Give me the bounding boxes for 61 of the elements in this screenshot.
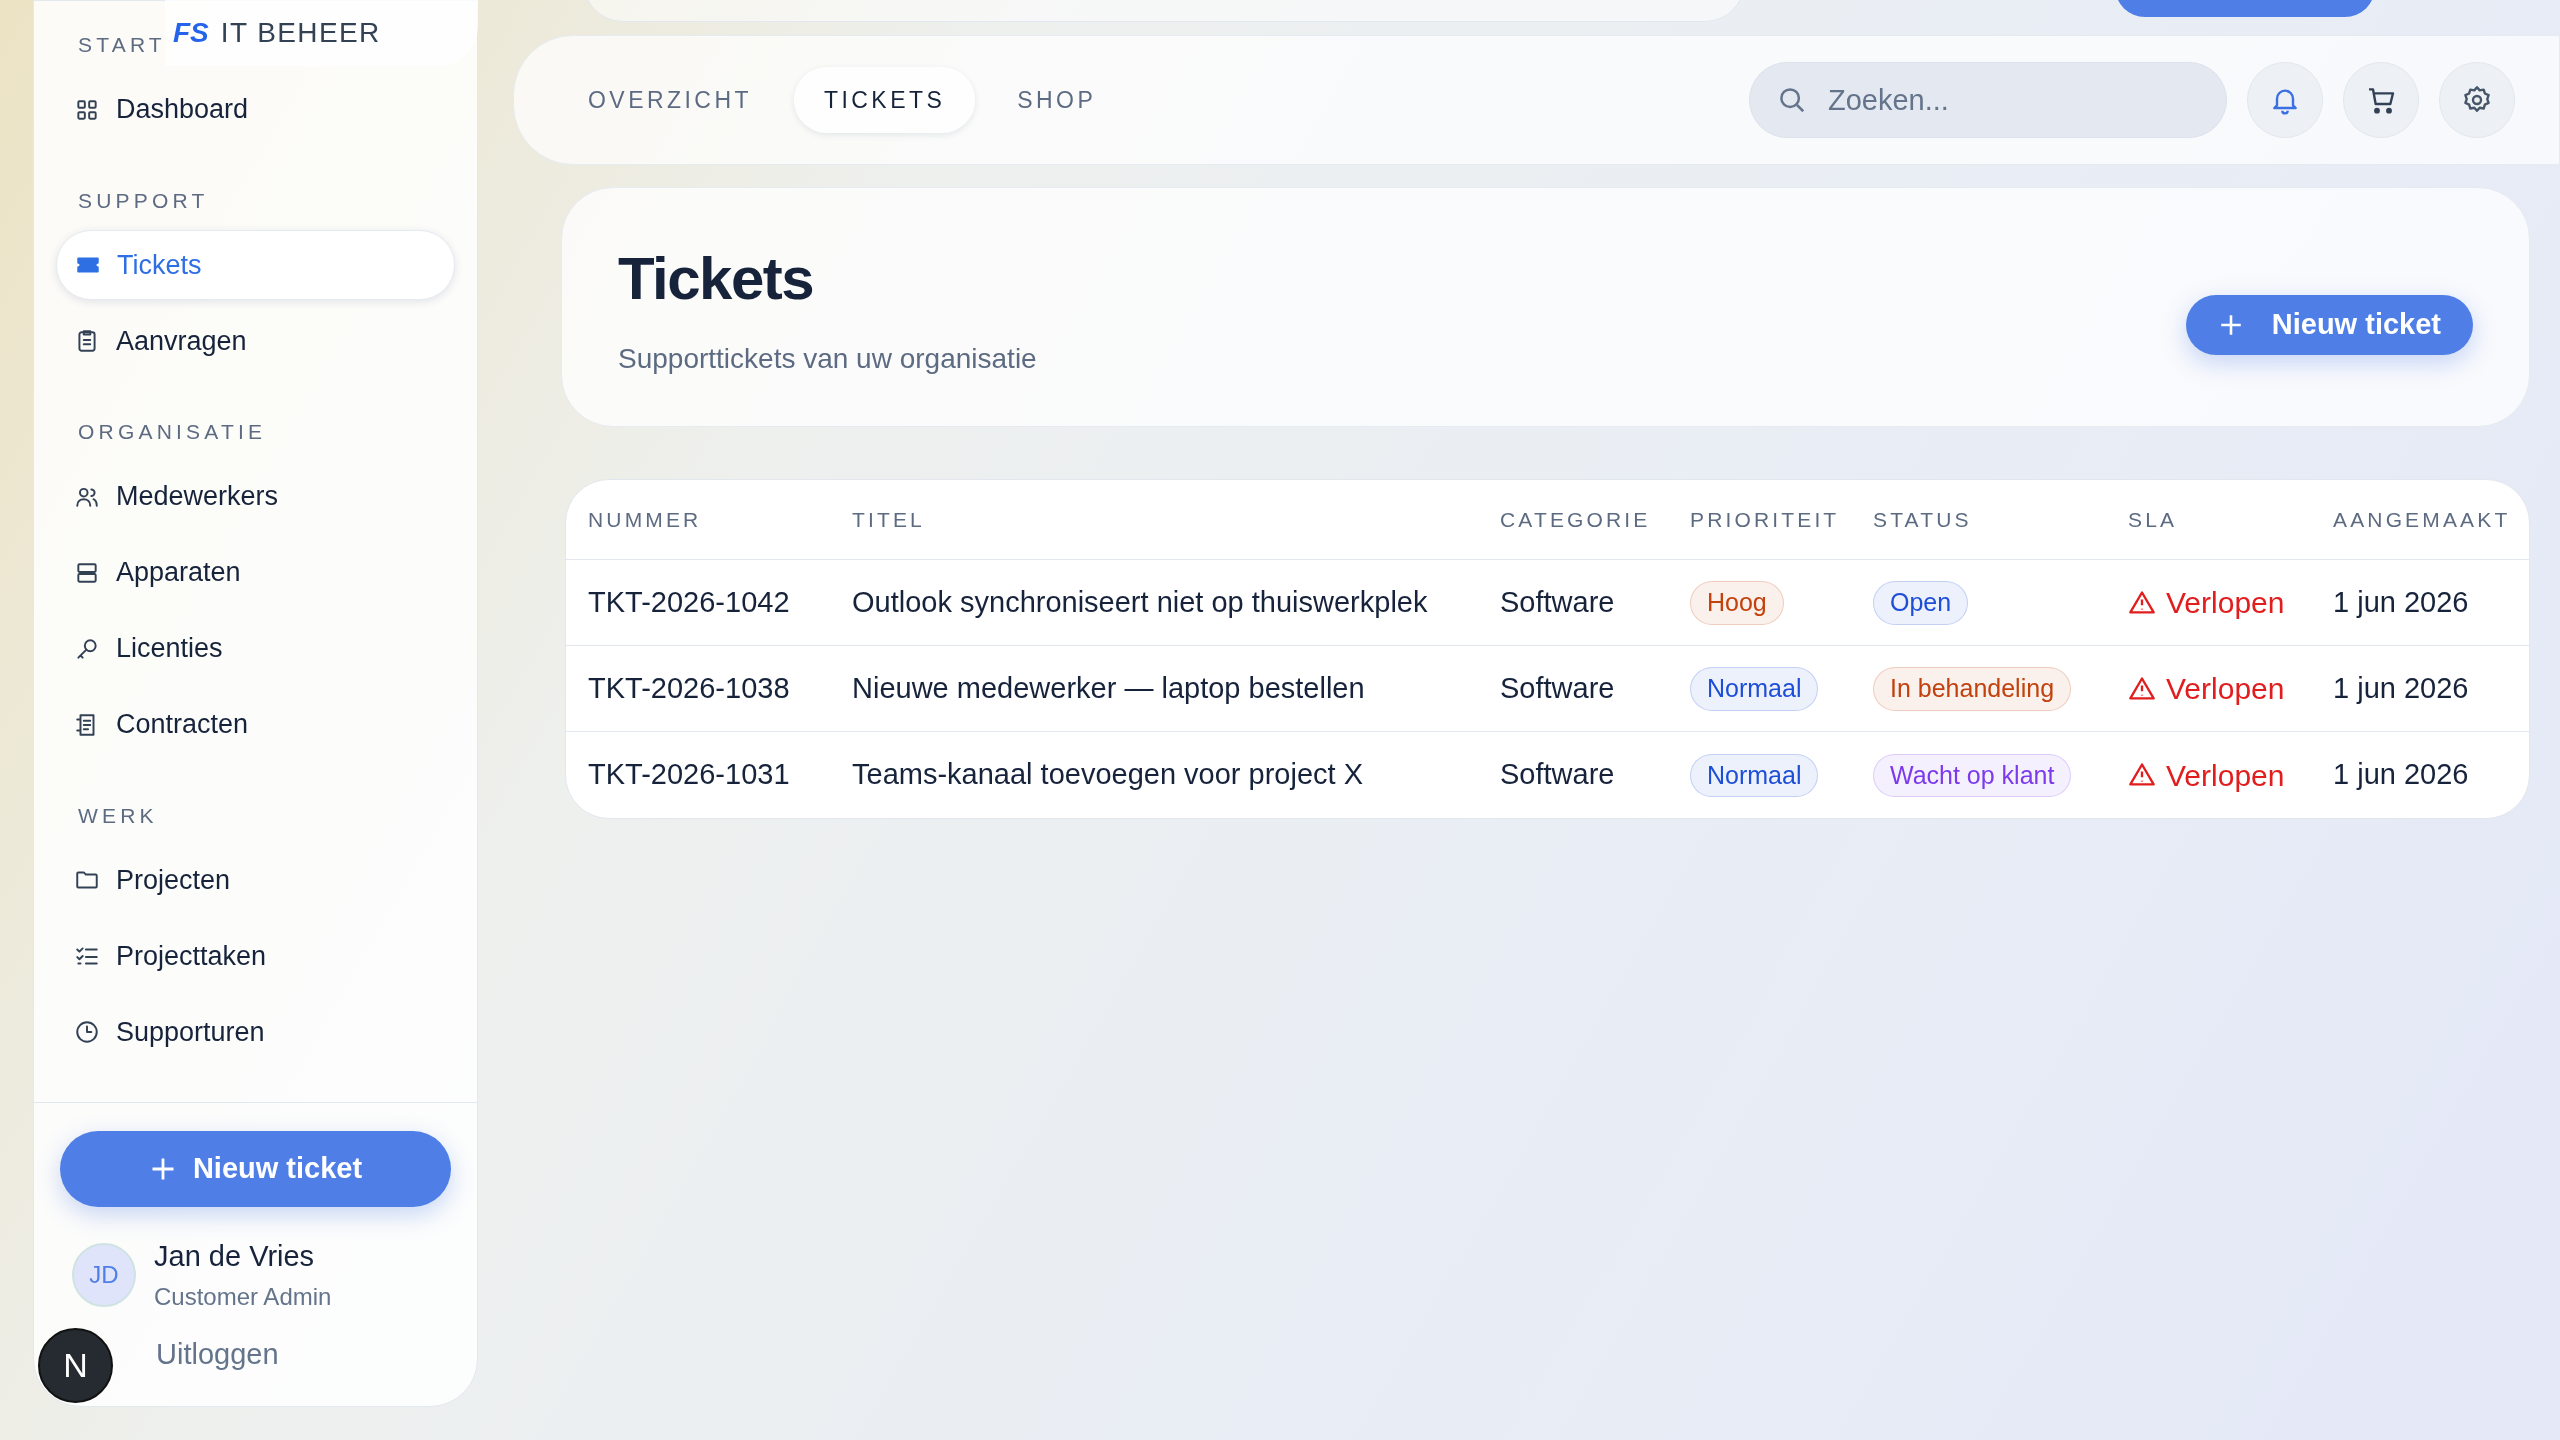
section-label: SUPPORT — [78, 187, 209, 214]
column-header: SLA — [2128, 507, 2178, 531]
column-header: CATEGORIE — [1500, 507, 1651, 531]
status-badge: Wacht op klant — [1873, 753, 2072, 798]
status-badge: Open — [1873, 581, 1969, 625]
nav-tab[interactable]: OVERZICHT — [558, 67, 782, 133]
search-icon — [1777, 85, 1807, 115]
priority-badge: Normaal — [1690, 667, 1819, 711]
logout-link[interactable]: Uitloggen — [156, 1332, 451, 1376]
page-subtitle: Supporttickets van uw organisatie — [618, 342, 1038, 376]
sidebar-item[interactable]: Projecttaken — [56, 921, 455, 991]
table-cell: Outlook synchroniseert niet op thuiswerkplek — [852, 585, 1428, 618]
table-cell: TKT-2026-1031 — [588, 758, 790, 791]
sidebar-item[interactable]: Tickets — [56, 230, 455, 300]
table-cell: 1 jun 2026 — [2333, 758, 2469, 791]
warning-icon — [2128, 674, 2156, 703]
status-badge: In behandeling — [1873, 667, 2072, 711]
sidebar-item[interactable]: Contracten — [56, 689, 455, 760]
new-ticket-button[interactable]: Nieuw ticket — [2185, 295, 2473, 355]
column-header: NUMMER — [588, 507, 702, 531]
column-header: TITEL — [852, 507, 925, 531]
sla-status: Verlopen — [2166, 585, 2285, 621]
table-cell: Software — [1500, 671, 1615, 704]
sidebar-item[interactable]: Supporturen — [56, 997, 455, 1067]
search-field[interactable]: Zoeken... — [1749, 62, 2227, 138]
warning-icon — [2128, 761, 2156, 789]
sidebar-item[interactable]: Licenties — [56, 613, 455, 684]
user-role: Customer Admin — [154, 1281, 332, 1312]
brand-name: IT BEHEER — [220, 16, 381, 50]
warning-icon — [2128, 588, 2156, 617]
table-cell: Software — [1500, 585, 1615, 618]
sidebar-item[interactable]: Projecten — [56, 845, 455, 915]
table-cell: TKT-2026-1038 — [588, 671, 790, 704]
nav-tab[interactable]: SHOP — [987, 67, 1127, 133]
section-label: START — [78, 32, 166, 58]
sidebar-item[interactable]: Aanvragen — [56, 306, 455, 376]
nav-tab[interactable]: TICKETS — [793, 67, 976, 133]
clock-icon — [74, 1019, 100, 1045]
table-cell: 1 jun 2026 — [2333, 671, 2469, 704]
sla-status: Verlopen — [2166, 757, 2285, 794]
priority-badge: Normaal — [1690, 753, 1819, 798]
sidebar-item[interactable]: Apparaten — [56, 537, 455, 608]
user-name: Jan de Vries — [154, 1239, 316, 1274]
page-title: Tickets — [618, 244, 815, 314]
table-cell: TKT-2026-1042 — [588, 585, 790, 618]
table-cell: 1 jun 2026 — [2333, 585, 2469, 618]
table-cell: Software — [1500, 758, 1615, 791]
priority-badge: Hoog — [1690, 581, 1784, 625]
column-header: STATUS — [1873, 507, 1972, 531]
sidebar-item[interactable]: Dashboard — [56, 74, 455, 145]
table-cell: Teams-kanaal toevoegen voor project X — [852, 758, 1363, 791]
section-label: ORGANISATIE — [78, 419, 267, 445]
sla-status: Verlopen — [2166, 671, 2285, 707]
column-header: PRIORITEIT — [1690, 507, 1840, 531]
user-avatar: JD — [72, 1242, 136, 1307]
column-header: AANGEMAAKT — [2333, 507, 2511, 531]
logo-mark: FS — [173, 16, 209, 50]
table-cell: Nieuwe medewerker — laptop bestellen — [852, 671, 1365, 704]
sidebar-item[interactable]: Medewerkers — [56, 461, 455, 532]
new-ticket-button[interactable]: Nieuw ticket — [60, 1131, 451, 1207]
section-label: WERK — [78, 802, 158, 829]
